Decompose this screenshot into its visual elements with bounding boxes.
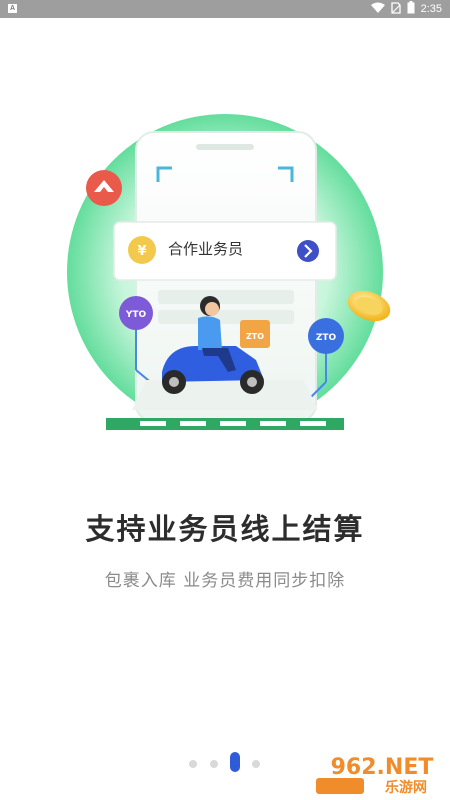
page-dot-3-active[interactable] [230, 752, 240, 772]
svg-text:乐游网: 乐游网 [385, 779, 427, 796]
page-dot-4[interactable] [252, 760, 260, 768]
courier-scene-illustration: ¥ YTO ZTO ZTO [67, 114, 391, 430]
svg-text:¥: ¥ [137, 244, 146, 259]
status-time: 2:35 [420, 3, 442, 15]
onboarding-screen: A 2:35 ¥ YTO ZTO ZTO 合作业务员 支持业务员线上结算 包裹入… [0, 0, 450, 800]
battery-icon [407, 1, 415, 17]
wifi-icon [370, 2, 385, 17]
onboarding-illustration: ¥ YTO ZTO ZTO 合作业务员 [50, 110, 400, 450]
svg-text:962.NET: 962.NET [331, 755, 434, 780]
svg-text:ZTO: ZTO [316, 333, 337, 343]
svg-text:ZTO: ZTO [246, 332, 264, 341]
sim-icon [390, 1, 401, 17]
arrow-right-icon [297, 240, 319, 262]
red-logo-badge [86, 170, 122, 206]
status-bar: A 2:35 [0, 0, 450, 18]
partner-card-label: 合作业务员 [168, 240, 244, 258]
onboarding-subtitle: 包裹入库 业务员费用同步扣除 [104, 571, 346, 591]
status-bar-right: 2:35 [370, 0, 442, 18]
onboarding-headline: 支持业务员线上结算 [85, 512, 365, 546]
site-watermark-logo: 962.NET 乐游网 [310, 748, 448, 798]
notification-app-icon: A [8, 4, 17, 13]
page-dot-2[interactable] [210, 760, 218, 768]
svg-text:YTO: YTO [125, 310, 147, 320]
page-dot-1[interactable] [189, 760, 197, 768]
